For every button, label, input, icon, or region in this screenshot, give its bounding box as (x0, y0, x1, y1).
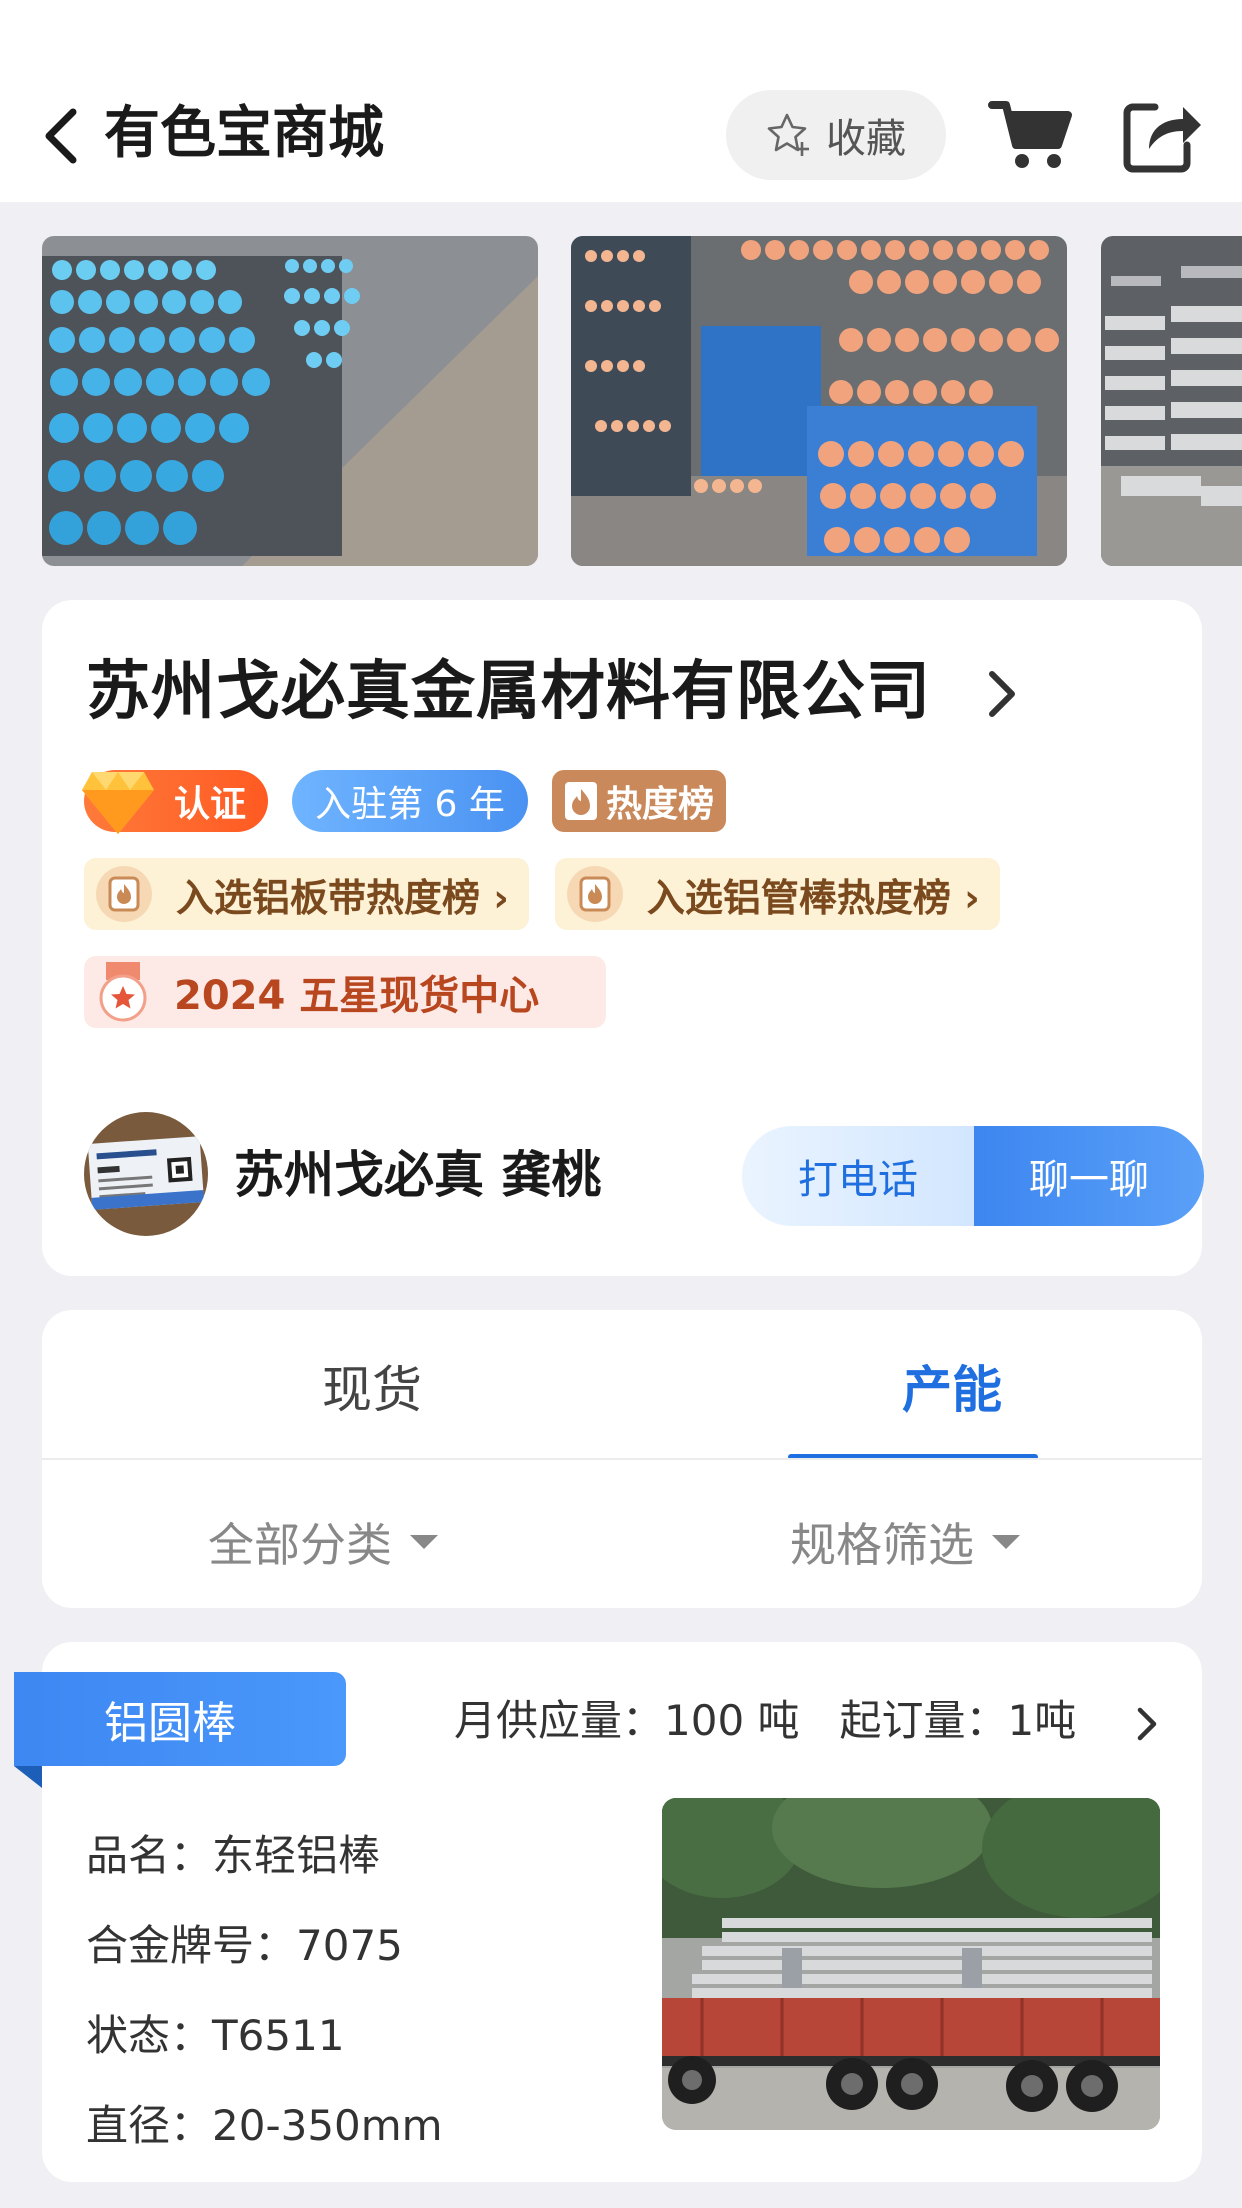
category-ribbon: 铝圆棒 (14, 1672, 346, 1788)
share-icon[interactable] (1118, 92, 1204, 178)
page-title: 有色宝商城 (104, 101, 384, 166)
hot-rank-label: 热度榜 (605, 784, 714, 825)
favorite-label: 收藏 (826, 116, 906, 162)
supply-info: 月供应量：100 吨 起订量：1吨 (454, 1688, 1076, 1754)
product-photo[interactable] (662, 1798, 1160, 2130)
favorite-button[interactable]: 收藏 (726, 90, 946, 180)
spec-filter-label: 规格筛选 (790, 1518, 974, 1572)
company-card: 苏州戈必真金属材料有限公司 认证 入驻第 6 年 热度榜 入选铝板带热度榜 › … (42, 600, 1204, 1276)
cart-icon[interactable] (985, 95, 1075, 175)
tabs-card: 现货 产能 全部分类 规格筛选 (42, 1310, 1202, 1608)
flame-icon (564, 782, 597, 820)
star-plus-icon (767, 113, 809, 156)
years-badge: 入驻第 6 年 (292, 770, 528, 832)
product-photo-gallery[interactable] (42, 236, 1242, 566)
call-button[interactable]: 打电话 (742, 1126, 974, 1226)
trophy-medal-icon (96, 866, 152, 922)
certified-badge: 认证 (82, 770, 268, 834)
avatar[interactable] (84, 1112, 208, 1236)
rank-tags: 入选铝板带热度榜 › 入选铝管棒热度榜 › (84, 858, 1000, 930)
category-filter[interactable]: 全部分类 (208, 1504, 438, 1580)
trophy-medal-icon (566, 866, 623, 922)
caret-down-icon (992, 1535, 1020, 1549)
hot-rank-badge[interactable]: 热度榜 (552, 770, 726, 832)
spec-alloy-grade: 合金牌号：7075 (86, 1921, 403, 1970)
chevron-right-icon[interactable] (982, 666, 1022, 722)
company-name[interactable]: 苏州戈必真金属材料有限公司 (86, 652, 931, 732)
monthly-supply: 月供应量：100 吨 (454, 1696, 800, 1745)
category-label: 铝圆棒 (14, 1672, 346, 1766)
diamond-icon (82, 772, 154, 834)
category-filter-label: 全部分类 (208, 1518, 392, 1572)
tab-spot[interactable]: 现货 (202, 1350, 542, 1430)
five-star-label: 2024 五星现货中心 (174, 973, 540, 1019)
contact-row: 苏州戈必真 龚桃 打电话 聊一聊 (84, 1112, 1204, 1236)
gallery-photo[interactable] (1101, 236, 1242, 566)
gallery-photo[interactable] (571, 236, 1067, 566)
company-badges: 认证 入驻第 6 年 热度榜 (82, 770, 726, 834)
chat-button[interactable]: 聊一聊 (974, 1126, 1204, 1226)
back-arrow-icon[interactable] (38, 108, 82, 164)
spec-diameter: 直径：20-350mm (86, 2101, 443, 2150)
tab-capacity[interactable]: 产能 (782, 1350, 1122, 1430)
star-medal-icon (99, 962, 147, 1022)
certified-label: 认证 (173, 784, 246, 825)
rank-tag-plate[interactable]: 入选铝板带热度榜 › (84, 858, 529, 930)
gallery-photo[interactable] (42, 236, 538, 566)
spec-product-name: 品名：东轻铝棒 (86, 1831, 381, 1880)
product-card[interactable]: 铝圆棒 月供应量：100 吨 起订量：1吨 品名：东轻铝棒 合金牌号：7075 … (14, 1642, 1202, 2182)
rank-tag-tube[interactable]: 入选铝管棒热度榜 › (554, 858, 1000, 930)
chevron-right-icon[interactable] (1132, 1704, 1162, 1744)
rank-tag-plate-label: 入选铝板带热度榜 › (176, 875, 509, 920)
caret-down-icon (410, 1535, 438, 1549)
spec-temper: 状态：T6511 (86, 2011, 345, 2060)
spec-filter[interactable]: 规格筛选 (790, 1504, 1020, 1580)
top-bar: 有色宝商城 收藏 (0, 0, 1242, 202)
divider (42, 1458, 1202, 1460)
five-star-tag: 2024 五星现货中心 (84, 956, 606, 1028)
ribbon-fold (14, 1766, 42, 1788)
min-order: 起订量：1吨 (839, 1696, 1077, 1745)
rank-tag-tube-label: 入选铝管棒热度榜 › (646, 875, 980, 920)
contact-name: 苏州戈必真 龚桃 (234, 1146, 602, 1204)
